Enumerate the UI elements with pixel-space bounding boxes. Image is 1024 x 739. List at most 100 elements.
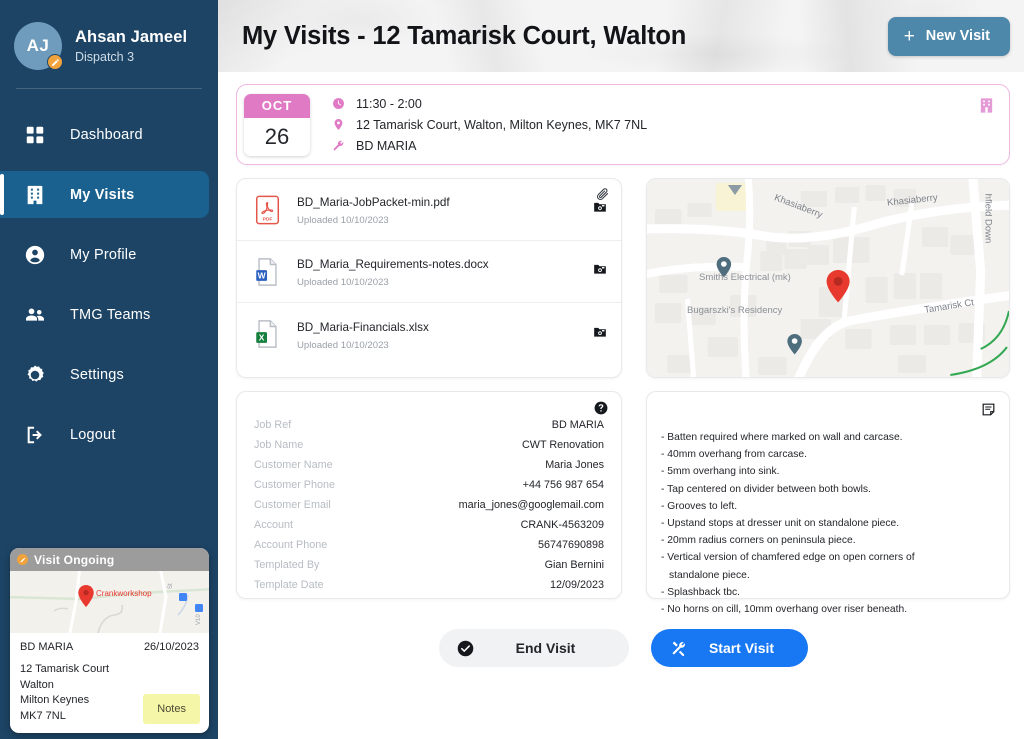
plus-icon: +: [903, 25, 915, 47]
note-line: - Upstand stops at dresser unit on stand…: [661, 518, 900, 530]
map-road-label: hfield Down: [982, 193, 994, 244]
end-visit-button[interactable]: End Visit: [438, 629, 629, 667]
page-title: My Visits - 12 Tamarisk Court, Walton: [242, 21, 687, 50]
new-visit-button[interactable]: + New Visit: [887, 16, 1010, 56]
sidebar-item-label: My Visits: [70, 186, 135, 203]
download-folder-icon[interactable]: [593, 262, 607, 281]
map-canvas[interactable]: Smiths Electrical (mk) Bugarszki's Resid…: [647, 179, 1009, 377]
detail-value: maria_jones@googlemail.com: [458, 499, 604, 511]
check-circle-icon: [457, 640, 477, 657]
note-line: - 40mm overhang from carcase.: [661, 449, 807, 461]
note-line: - Grooves to left.: [661, 500, 738, 512]
note-line: - No horns on cill, 10mm overhang over r…: [661, 604, 908, 616]
note-line: - Vertical version of chamfered edge on …: [661, 552, 915, 564]
top-header: My Visits - 12 Tamarisk Court, Walton + …: [218, 0, 1024, 72]
visit-jobref: BD MARIA: [356, 138, 417, 153]
file-row[interactable]: X BD_Maria-Financials.xlsx Uploaded 10/1…: [237, 303, 621, 365]
panels-row-top: PDF BD_Maria-JobPacket-min.pdf Uploaded …: [236, 178, 1010, 378]
notes-button[interactable]: Notes: [143, 694, 200, 724]
xlsx-file-icon: X: [251, 319, 283, 349]
panels-row-bottom: Job Ref BD MARIA Job Name CWT Renovation C…: [236, 391, 1010, 615]
detail-value: +44 756 987 654: [522, 479, 604, 491]
file-name: BD_Maria_Requirements-notes.docx: [297, 258, 489, 271]
visit-address-row: 12 Tamarisk Court, Walton, Milton Keynes…: [329, 118, 647, 132]
visit-ongoing-map[interactable]: St V10 Crankworkshop: [10, 571, 209, 633]
svg-text:W: W: [257, 270, 265, 280]
visit-ongoing-date: 26/10/2023: [143, 641, 199, 653]
sidebar-item-logout[interactable]: Logout: [0, 411, 209, 458]
profile-block[interactable]: AJ Ahsan Jameel Dispatch 3: [0, 0, 218, 76]
visit-banner[interactable]: OCT 26 11:30 - 2:00 12 Tamarisk Court, W…: [236, 84, 1010, 165]
detail-value: 56747690898: [537, 539, 604, 551]
visit-time-row: 11:30 - 2:00: [329, 97, 647, 111]
file-row[interactable]: PDF BD_Maria-JobPacket-min.pdf Uploaded …: [237, 179, 621, 241]
svg-text:PDF: PDF: [262, 216, 272, 222]
visit-banner-lines: 11:30 - 2:00 12 Tamarisk Court, Walton, …: [329, 97, 647, 153]
file-row[interactable]: W BD_Maria_Requirements-notes.docx Uploa…: [237, 241, 621, 303]
detail-value: Maria Jones: [545, 459, 604, 471]
clock-icon: [329, 97, 347, 110]
date-chip-day: 26: [264, 123, 290, 149]
sidebar-item-my-visits[interactable]: My Visits: [0, 171, 209, 218]
sidebar-item-label: My Profile: [70, 246, 137, 263]
location-pin-icon: [329, 118, 347, 131]
visit-address: 12 Tamarisk Court, Walton, Milton Keynes…: [356, 117, 648, 132]
detail-value: BD MARIA: [551, 419, 604, 431]
user-icon: [22, 242, 48, 268]
detail-value: Gian Bernini: [544, 559, 604, 571]
address-line: 12 Tamarisk Court: [20, 663, 110, 675]
action-bar: End Visit Start Visit: [236, 629, 1010, 667]
tools-icon: [670, 640, 690, 657]
sidebar-item-my-profile[interactable]: My Profile: [0, 231, 209, 278]
people-icon: [22, 302, 48, 328]
detail-row: Account Phone 56747690898: [254, 539, 604, 559]
building-icon: [22, 182, 48, 208]
start-visit-button[interactable]: Start Visit: [650, 629, 808, 667]
file-meta: BD_Maria_Requirements-notes.docx Uploade…: [297, 255, 593, 288]
sidebar-item-label: Dashboard: [70, 126, 143, 143]
file-name: BD_Maria-JobPacket-min.pdf: [297, 196, 450, 209]
sidebar-item-dashboard[interactable]: Dashboard: [0, 111, 209, 158]
gear-icon: [22, 362, 48, 388]
visit-ongoing-widget[interactable]: Visit Ongoing St V10 Crankworkshop BD MA…: [10, 548, 209, 733]
detail-key: Account: [254, 519, 294, 531]
logout-icon: [22, 422, 48, 448]
note-icon[interactable]: [981, 402, 996, 422]
visit-ongoing-header: Visit Ongoing: [10, 548, 209, 571]
address-line: Walton: [20, 678, 54, 691]
map-place-label: Smiths Electrical (mk): [699, 272, 791, 283]
detail-key: Job Ref: [254, 419, 292, 431]
download-folder-icon[interactable]: [593, 325, 607, 344]
content-area: OCT 26 11:30 - 2:00 12 Tamarisk Court, W…: [218, 72, 1024, 739]
visit-ongoing-meta: BD MARIA 26/10/2023: [20, 641, 199, 653]
map-place-label: Bugarszki's Residency: [687, 305, 783, 316]
files-panel: PDF BD_Maria-JobPacket-min.pdf Uploaded …: [236, 178, 622, 378]
file-meta: BD_Maria-JobPacket-min.pdf Uploaded 10/1…: [297, 193, 593, 226]
job-details-panel: Job Ref BD MARIA Job Name CWT Renovation C…: [236, 391, 622, 599]
start-visit-label: Start Visit: [708, 640, 775, 656]
note-line: - 5mm overhang into sink.: [661, 466, 780, 478]
note-line: standalone piece.: [669, 569, 750, 581]
detail-row: Customer Name Maria Jones: [254, 459, 604, 479]
file-uploaded: Uploaded 10/10/2023: [297, 277, 389, 288]
file-meta: BD_Maria-Financials.xlsx Uploaded 10/10/…: [297, 318, 593, 351]
sidebar-item-tmg-teams[interactable]: TMG Teams: [0, 291, 209, 338]
help-circle-icon[interactable]: [594, 401, 608, 420]
detail-row: Job Name CWT Renovation: [254, 439, 604, 459]
paperclip-icon[interactable]: [595, 187, 610, 207]
detail-key: Template Date: [254, 579, 324, 591]
profile-role: Dispatch 3: [75, 50, 135, 64]
end-visit-label: End Visit: [515, 640, 576, 656]
date-chip: OCT 26: [244, 93, 310, 156]
detail-value: CWT Renovation: [521, 439, 604, 451]
note-line: - 20mm radius corners on peninsula piece…: [661, 535, 856, 547]
note-line: - Splashback tbc.: [661, 586, 740, 598]
svg-text:St: St: [168, 583, 174, 589]
pdf-file-icon: PDF: [251, 195, 283, 225]
detail-value: 12/09/2023: [549, 579, 604, 591]
sidebar-item-settings[interactable]: Settings: [0, 351, 209, 398]
avatar-initials: AJ: [26, 36, 50, 55]
note-line: - Tap centered on divider between both b…: [661, 483, 871, 495]
location-map-panel[interactable]: Smiths Electrical (mk) Bugarszki's Resid…: [646, 178, 1010, 378]
svg-text:V10: V10: [196, 614, 202, 625]
